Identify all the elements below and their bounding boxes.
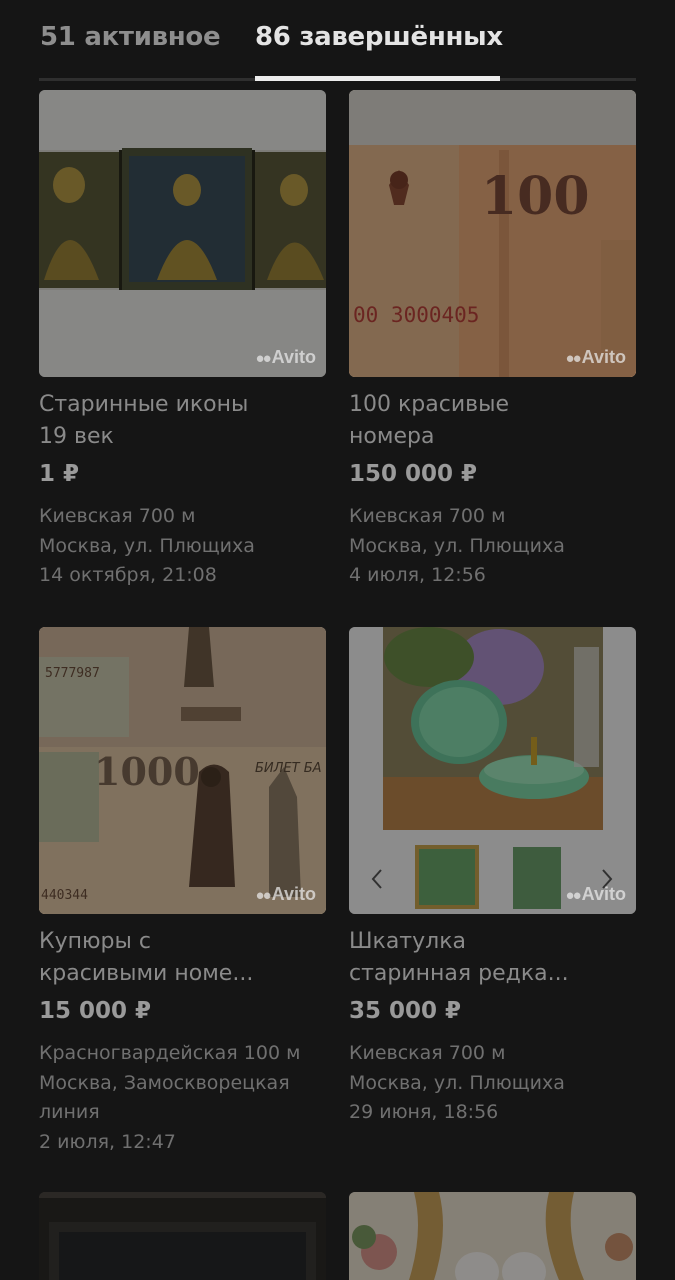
listing-photo-gold-frame[interactable] — [349, 1192, 636, 1280]
listing-title[interactable]: Шкатулка старинная редка... — [349, 926, 599, 990]
listing-photo-icons-triptych[interactable]: ●● Avito — [39, 90, 326, 377]
listing-photo-banknote-100[interactable]: 100 00 3000405 ●● Avito — [349, 90, 636, 377]
listing-address: Москва, ул. Плющиха — [349, 1071, 565, 1094]
listing-photo-green-box[interactable]: ●● Avito — [349, 627, 636, 914]
listing-date: 14 октября, 21:08 — [39, 564, 217, 586]
avito-watermark: ●● Avito — [565, 884, 626, 904]
listing-title-line: красивыми номе... — [39, 961, 254, 986]
listing-title-line: 100 красивые — [349, 392, 509, 417]
listing-price: 1 ₽ — [39, 461, 80, 487]
listing-date: 2 июля, 12:47 — [39, 1130, 176, 1153]
listing-address-line-2: линия — [39, 1101, 100, 1123]
listing-metro: Красногвардейская 100 м — [39, 1042, 301, 1064]
listing-metro: Киевская 700 м — [349, 1042, 506, 1064]
listing-title-line: Старинные иконы — [39, 392, 249, 417]
listing-title-line: старинная редка... — [349, 961, 569, 986]
listing-price: 35 000 ₽ — [349, 998, 462, 1024]
tab-active-listings[interactable]: 51 активное — [40, 22, 221, 52]
listing-metro: Киевская 700 м — [349, 505, 506, 527]
listing-title[interactable]: Старинные иконы 19 век — [39, 389, 289, 453]
listing-address: Москва, ул. Плющиха — [349, 534, 565, 557]
listing-price: 150 000 ₽ — [349, 461, 478, 487]
listing-meta: Красногвардейская 100 м Москва, Замоскво… — [39, 1039, 326, 1157]
listing-photo-dark-frame[interactable] — [39, 1192, 326, 1280]
listing-title-line: Шкатулка — [349, 929, 466, 954]
tab-finished-listings[interactable]: 86 завершённых — [255, 22, 503, 52]
listing-title[interactable]: 100 красивые номера — [349, 389, 599, 453]
avito-watermark: ●● Avito — [565, 347, 626, 367]
listing-title[interactable]: Купюры с красивыми номе... — [39, 926, 289, 990]
listing-meta: Киевская 700 м Москва, ул. Плющиха 29 ию… — [349, 1039, 636, 1128]
listing-title-line: 19 век — [39, 424, 114, 449]
avito-watermark: ●● Avito — [255, 884, 316, 904]
listing-date: 29 июня, 18:56 — [349, 1101, 499, 1123]
listing-photo-banknote-1000[interactable]: 1000 5777987 БИЛЕТ БА 440344 ●● Avito — [39, 627, 326, 914]
tab-selected-indicator — [255, 76, 500, 81]
listing-date: 4 июля, 12:56 — [349, 564, 486, 586]
listing-meta: Киевская 700 м Москва, ул. Плющиха 14 ок… — [39, 502, 326, 591]
listing-title-line: номера — [349, 424, 435, 449]
listing-metro: Киевская 700 м — [39, 505, 196, 527]
listing-address: Москва, Замоскворецкая — [39, 1071, 290, 1094]
listing-price: 15 000 ₽ — [39, 998, 152, 1024]
listing-address: Москва, ул. Плющиха — [39, 534, 255, 557]
listing-title-line: Купюры с — [39, 929, 151, 954]
tab-bar: 51 активное 86 завершённых — [0, 0, 675, 82]
listing-meta: Киевская 700 м Москва, ул. Плющиха 4 июл… — [349, 502, 636, 591]
avito-watermark: ●● Avito — [255, 347, 316, 367]
